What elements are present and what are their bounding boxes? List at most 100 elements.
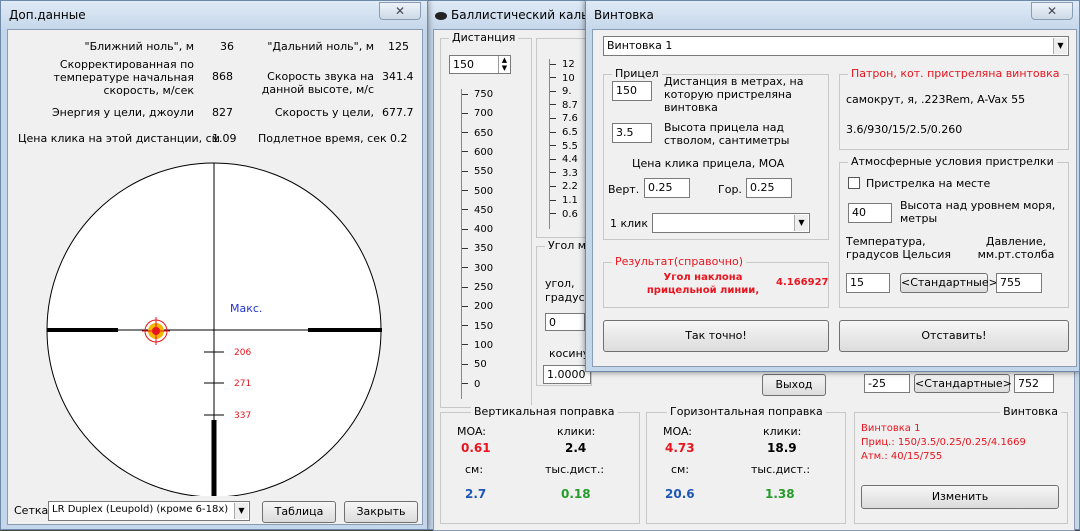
maks-label: Макс. [230,302,262,315]
h-tys-value: 1.38 [765,487,795,501]
distance-slider[interactable]: 750 700 650 600 550 500 450 400 350 300 250 200 150 1… [461,89,531,399]
distance-scale-tick: 150 [462,321,493,332]
distance-scale-tick: 100 [462,340,493,351]
rifle-dialog: Винтовка ✕ Винтовка 1 ▼ Прицел 150 Дистан… [585,0,1080,372]
horizontal-correction-group: Горизонтальная поправка MOA: клики: 4.73… [646,405,846,524]
altitude-field[interactable]: 40 [848,203,892,223]
scope-legend: Прицел [612,67,662,80]
mark-206: 206 [234,348,251,358]
v-cm-value: 2.7 [465,487,487,501]
flight-label: Подлетное время, сек [258,132,387,145]
app-icon [435,11,447,20]
chevron-down-icon[interactable]: ▼ [794,215,808,231]
sound-value: 341.4 [382,70,414,83]
far-zero-label: "Дальний ноль", м [267,40,374,53]
altitude-label: Высота над уровнем моря, метры [900,199,1056,225]
temp-field[interactable]: 15 [846,273,890,293]
vertical-correction-group: Вертикальная поправка MOA: клики: 0.61 2… [440,405,640,524]
reticle-label: Сетка: [14,504,52,517]
atm-std-button[interactable]: <Стандартные> [914,374,1012,393]
distance-scale-tick: 200 [462,301,493,312]
click-scale-tick: 2.2 [550,181,578,192]
cos-value: 1.0000 [547,368,586,381]
rifle-summary-legend: Винтовка [1000,405,1061,418]
rifle-summary-group: Винтовка Винтовка 1 Приц.: 150/3.5/0.25/… [854,405,1068,524]
rifle-summary-line1: Винтовка 1 [861,423,921,434]
dop-close-icon[interactable]: ✕ [379,2,421,20]
h-clicks-label: клики: [763,425,802,438]
distance-scale-tick: 600 [462,147,493,158]
pressure-field[interactable]: 755 [996,273,1042,293]
pressure-label: Давление, мм.рт.столба [977,235,1055,261]
dop-window: Доп.данные ✕ "Ближний ноль", м 36 "Дальн… [0,0,428,530]
atm-legend: Атмосферные условия пристрелки [848,155,1057,168]
exit-button[interactable]: Выход [762,374,826,396]
one-click-select[interactable]: ▼ [652,213,810,233]
v-clicks-label: клики: [557,425,596,438]
near-zero-value: 36 [220,40,234,53]
cartridge-line1: самокрут, я, .223Rem, A-Vax 55 [846,93,1026,106]
angle-label: угол, градус [545,277,585,304]
sight-distance-field[interactable]: 150 [612,81,652,101]
std-button[interactable]: <Стандартные> [900,273,998,293]
reticle-view: 206 271 337 Макс. [46,162,382,496]
distance-spin[interactable]: 150 ▲ ▼ [449,55,511,74]
scope-group: Прицел 150 Дистанция в метрах, на котору… [603,67,829,240]
chevron-down-icon[interactable]: ▼ [234,503,248,519]
click-scale-tick: 9. [550,86,572,97]
click-scale-tick: 8.7 [550,100,578,111]
click-scale-tick: 3.3 [550,168,578,179]
distance-scale-tick: 300 [462,263,493,274]
distance-scale-tick: 350 [462,243,493,254]
click-scale-tick: 10 [550,73,575,84]
click-scale-tick: 12 [550,59,575,70]
distance-scale-tick: 700 [462,108,493,119]
click-value: 1.09 [212,132,237,145]
scope-height-field[interactable]: 3.5 [612,123,652,143]
cartridge-line2: 3.6/930/15/2.5/0.260 [846,123,963,136]
horizontal-legend: Горизонтальная поправка [667,405,826,418]
flight-value: 0.2 [390,132,408,145]
energy-value: 827 [212,106,233,119]
dop-titlebar: Доп.данные [1,1,427,29]
angle-scale-group: 12 10 9. 8.7 7.6 6.5 5.5 4.4 3.3 2.2 1.1 0.6 [536,38,592,238]
chevron-down-icon[interactable]: ▼ [1053,38,1067,54]
on-site-checkbox[interactable] [848,177,860,189]
angle-value: 0 [549,316,556,329]
table-button[interactable]: Таблица [262,501,336,523]
reticle-select[interactable]: LR Duplex (Leupold) (кроме 6-18х) ▼ [48,501,250,521]
distance-scale-tick: 400 [462,224,493,235]
hor-label: Гор. [718,183,742,196]
cos-field[interactable]: 1.0000 [543,365,591,384]
distance-scale-tick: 650 [462,128,493,139]
click-scale-tick: 0.6 [550,209,578,220]
hor-click-field[interactable]: 0.25 [746,178,792,198]
ok-button[interactable]: Так точно! [603,320,829,352]
rifle-summary-line3: Атм.: 40/15/755 [861,451,943,462]
distance-value: 150 [453,58,474,71]
result-label: Угол наклона прицельной линии, [646,272,760,296]
reticle-value: LR Duplex (Leupold) (кроме 6-18х) [52,504,229,515]
h-clicks-value: 18.9 [767,441,797,455]
change-button[interactable]: Изменить [861,485,1059,509]
near-zero-label: "Ближний ноль", м [84,40,194,53]
scope-height-label: Высота прицела над стволом, сантиметры [664,121,790,147]
distance-group: Дистанция 150 ▲ ▼ 750 700 650 600 550 500 450 400… [440,31,532,408]
sight-distance-label: Дистанция в метрах, на которую пристреля… [664,75,804,114]
click-scale-tick: 7.6 [550,113,578,124]
rifle-close-icon[interactable]: ✕ [1031,2,1073,20]
atm-temp-field[interactable]: -25 [864,374,910,393]
distance-scale-tick: 550 [462,166,493,177]
cancel-button[interactable]: Отставить! [839,320,1069,352]
dop-close-button[interactable]: Закрыть [344,501,418,523]
atm-group: Атмосферные условия пристрелки Пристрелк… [839,155,1069,308]
v-cm-label: см: [465,463,484,476]
angle-group: Угол мес угол, градус 0 косину 1.0000 [536,239,602,386]
rifle-select[interactable]: Винтовка 1 ▼ [603,36,1069,56]
angle-spin[interactable]: 0 [545,313,585,331]
atm-pressure-field[interactable]: 752 [1014,374,1054,393]
mark-337: 337 [234,411,251,421]
distance-scale-tick: 450 [462,205,493,216]
vert-click-field[interactable]: 0.25 [644,178,690,198]
dop-client: "Ближний ноль", м 36 "Дальний ноль", м 1… [7,29,423,525]
